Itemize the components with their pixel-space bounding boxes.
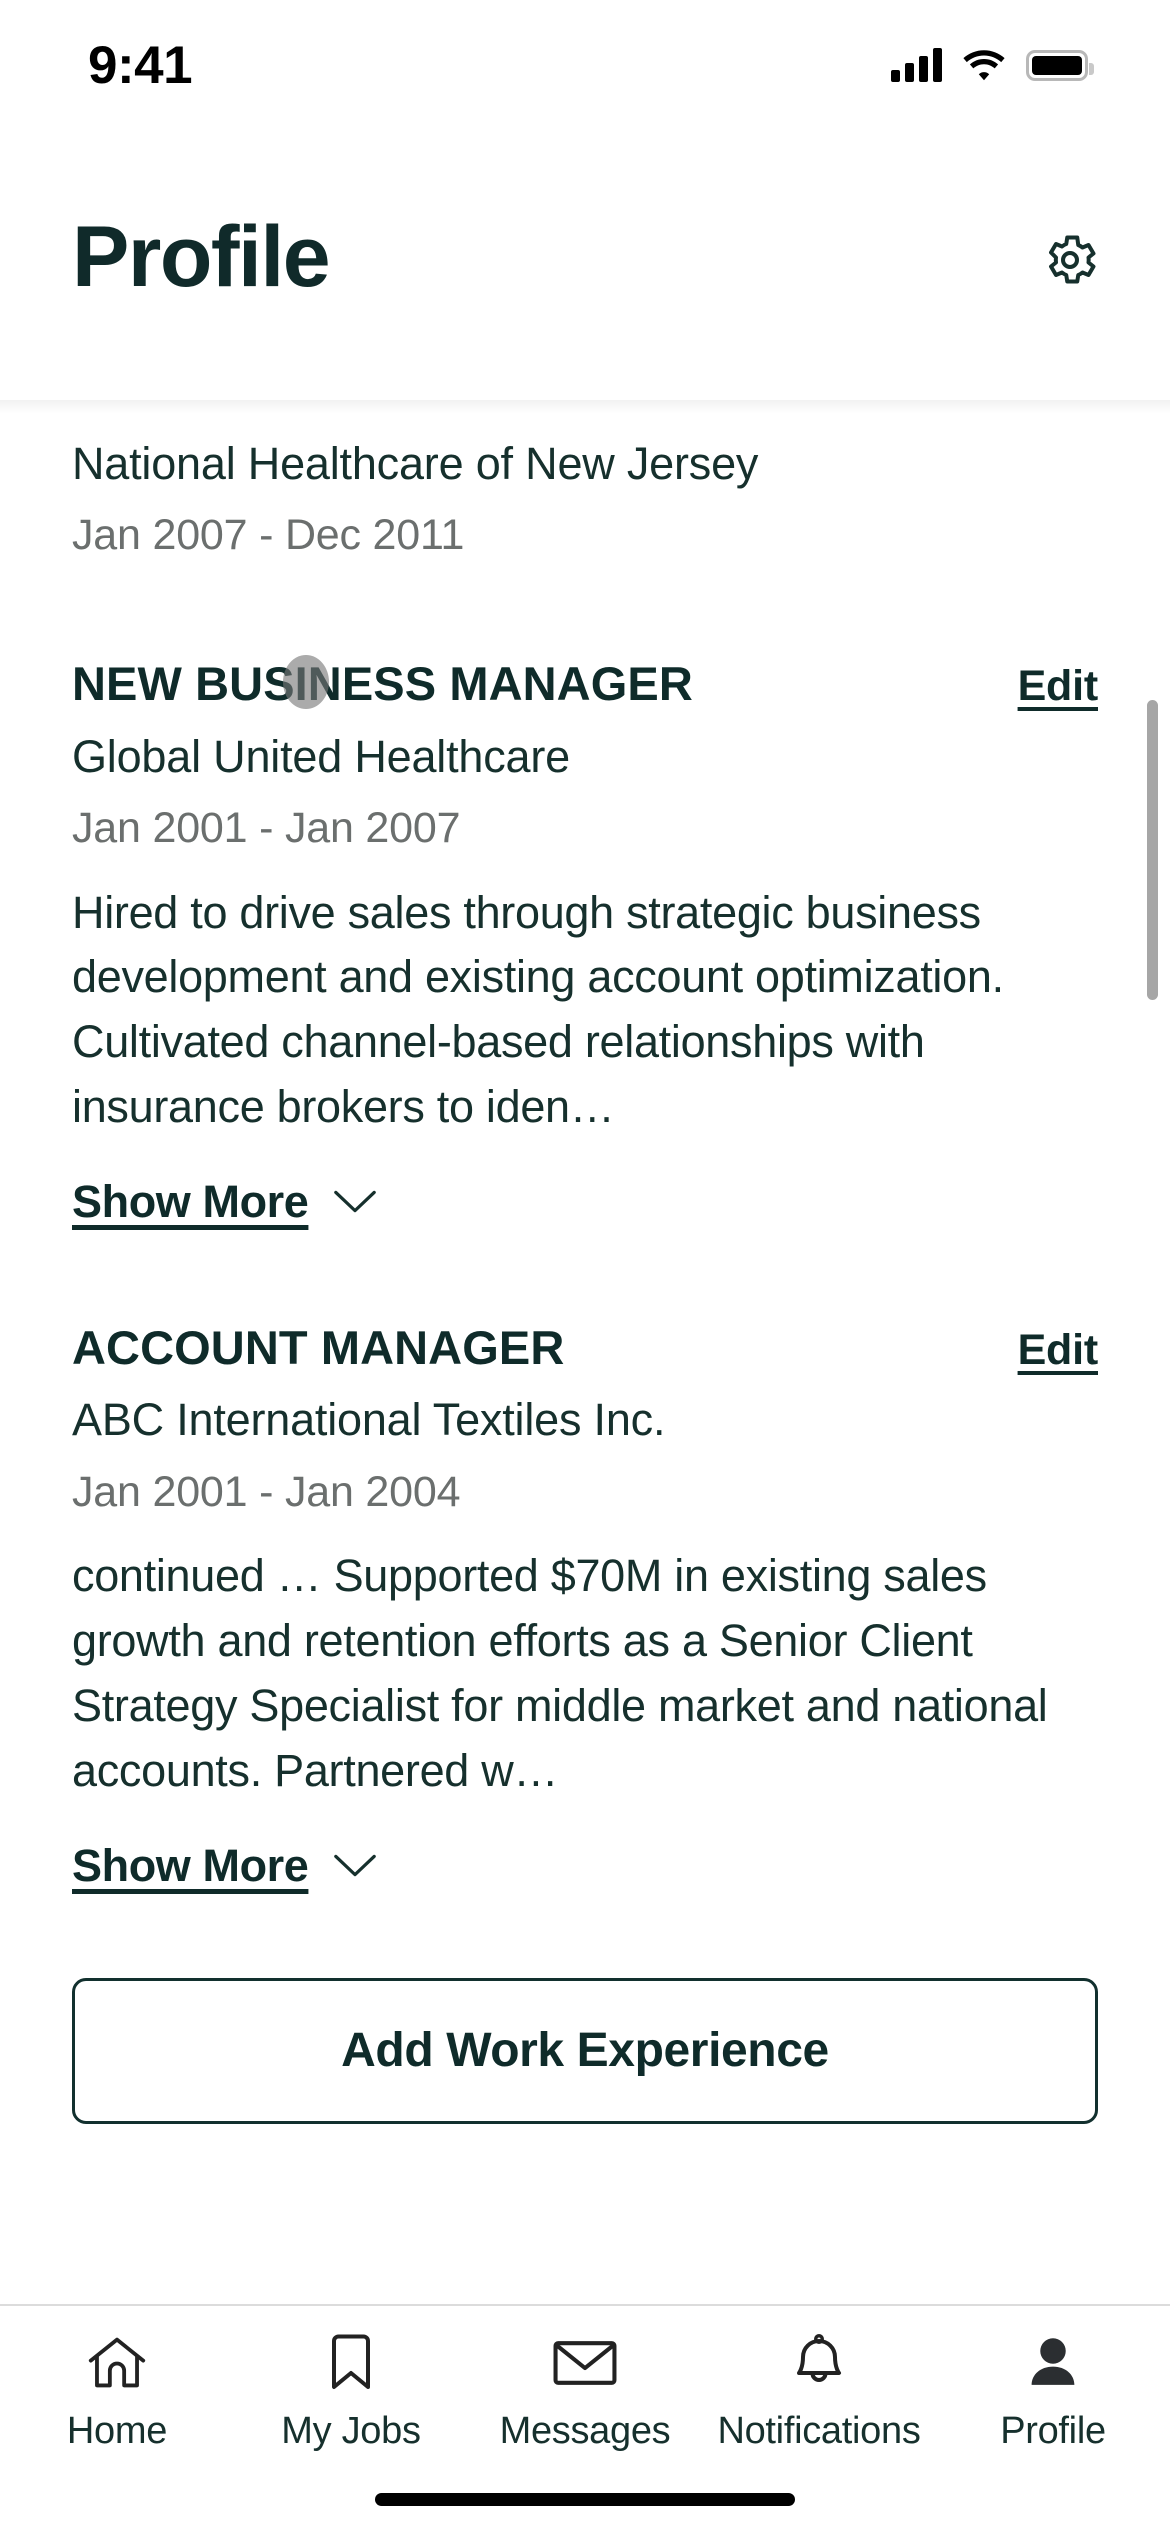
job-title: NEW BUSINESS MANAGER — [72, 657, 693, 711]
date-range: Jan 2007 - Dec 2011 — [72, 511, 465, 560]
tab-home[interactable]: Home — [0, 2332, 234, 2453]
experience-list[interactable]: National Healthcare of New Jersey Jan 20… — [0, 400, 1170, 2304]
add-work-experience-button[interactable]: Add Work Experience — [72, 1977, 1098, 2124]
tab-label: Messages — [499, 2410, 671, 2452]
entry-header: ACCOUNT MANAGER Edit — [72, 1320, 1098, 1376]
chevron-down-icon — [334, 1854, 377, 1876]
tab-profile[interactable]: Profile — [936, 2332, 1170, 2453]
experience-entry-partial: National Healthcare of New Jersey Jan 20… — [72, 400, 1098, 564]
header-divider — [0, 400, 1170, 414]
tab-label: Notifications — [717, 2410, 921, 2452]
company-name: National Healthcare of New Jersey — [72, 438, 759, 489]
job-description: continued … Supported $70M in existing s… — [72, 1550, 1048, 1796]
edit-link[interactable]: Edit — [1018, 662, 1099, 711]
tab-notifications[interactable]: Notifications — [702, 2332, 936, 2453]
job-title: ACCOUNT MANAGER — [72, 1320, 565, 1374]
touch-indicator — [283, 655, 329, 709]
company-name: Global United Healthcare — [72, 730, 570, 782]
tab-my-jobs[interactable]: My Jobs — [234, 2332, 468, 2453]
app-screen: 9:41 Profile National Healthcare of New … — [0, 0, 1170, 2532]
wifi-icon — [963, 50, 1005, 81]
date-range: Jan 2001 - Jan 2004 — [72, 1467, 461, 1516]
person-filled-icon — [1025, 2332, 1081, 2394]
gear-icon[interactable] — [1040, 230, 1100, 290]
tab-label: My Jobs — [281, 2410, 421, 2452]
date-range: Jan 2001 - Jan 2007 — [72, 803, 461, 852]
bookmark-icon — [325, 2332, 377, 2394]
status-time: 9:41 — [88, 35, 193, 95]
page-title: Profile — [72, 209, 331, 305]
vertical-scrollbar[interactable] — [1147, 700, 1158, 1000]
page-header: Profile — [0, 120, 1170, 400]
company-name: ABC International Textiles Inc. — [72, 1394, 666, 1446]
cellular-signal-icon — [891, 48, 942, 82]
show-more-label: Show More — [72, 1175, 309, 1227]
bell-icon — [791, 2332, 847, 2394]
job-description: Hired to drive sales through strategic b… — [72, 886, 1004, 1133]
show-more-button[interactable]: Show More — [72, 1840, 1098, 1892]
home-indicator — [375, 2493, 795, 2506]
status-indicators — [891, 38, 1094, 82]
tab-label: Profile — [1000, 2410, 1106, 2452]
home-icon — [86, 2332, 148, 2394]
battery-full-icon — [1026, 49, 1094, 81]
tab-label: Home — [66, 2410, 168, 2452]
envelope-icon — [552, 2332, 618, 2394]
experience-entry: NEW BUSINESS MANAGER Edit Global United … — [72, 656, 1098, 1228]
show-more-label: Show More — [72, 1839, 309, 1891]
entry-header: NEW BUSINESS MANAGER Edit — [72, 656, 1098, 712]
chevron-down-icon — [334, 1190, 377, 1213]
tab-messages[interactable]: Messages — [468, 2332, 702, 2453]
edit-link[interactable]: Edit — [1018, 1326, 1099, 1375]
show-more-button[interactable]: Show More — [72, 1176, 1098, 1228]
status-bar: 9:41 — [0, 0, 1170, 120]
experience-entry: ACCOUNT MANAGER Edit ABC International T… — [72, 1320, 1098, 1892]
